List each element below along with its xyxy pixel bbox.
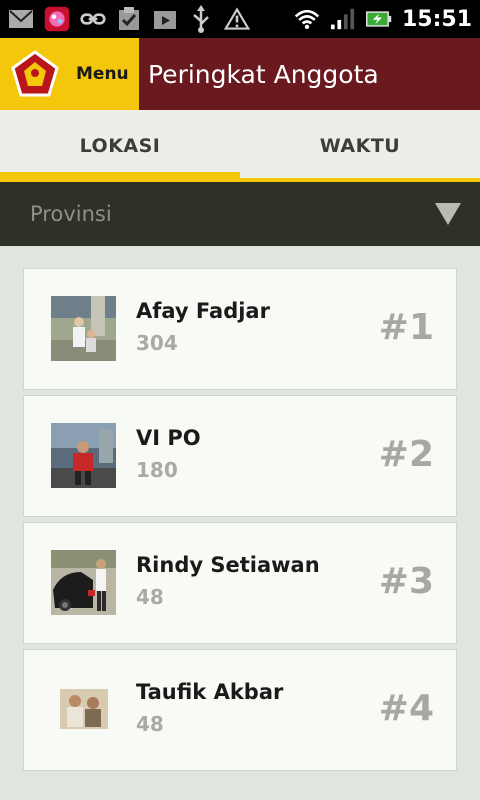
page-title: Peringkat Anggota (148, 59, 379, 89)
province-dropdown[interactable]: Provinsi (0, 182, 480, 246)
menu-label: Menu (76, 64, 129, 84)
member-score: 180 (136, 458, 178, 482)
list-item[interactable]: Rindy Setiawan 48 #3 (23, 522, 457, 644)
list-item[interactable]: VI PO 180 #2 (23, 395, 457, 517)
signal-icon (330, 6, 356, 32)
clock: 15:51 (401, 6, 472, 32)
tab-waktu[interactable]: WAKTU (240, 110, 480, 182)
menu-button[interactable]: Menu (0, 38, 139, 110)
member-score: 48 (136, 585, 164, 609)
garuda-logo-icon (10, 49, 60, 99)
member-score: 304 (136, 331, 178, 355)
member-photo-avatar (51, 677, 116, 742)
member-rank: #1 (378, 307, 434, 348)
list-item[interactable]: Afay Fadjar 304 #1 (23, 268, 457, 390)
province-placeholder: Provinsi (30, 202, 112, 226)
member-name: Afay Fadjar (136, 299, 270, 323)
member-photo-avatar (51, 550, 116, 615)
warning-icon (224, 6, 250, 32)
member-name: VI PO (136, 426, 201, 450)
wifi-icon (294, 6, 320, 32)
member-score: 48 (136, 712, 164, 736)
play-store-icon (152, 6, 178, 32)
member-ranking-list: Afay Fadjar 304 #1 VI PO 180 #2 Rindy Se… (23, 268, 457, 776)
list-item[interactable]: Taufik Akbar 48 #4 (23, 649, 457, 771)
status-bar: 15:51 (0, 0, 480, 38)
clipboard-check-icon (116, 6, 142, 32)
member-rank: #4 (378, 688, 434, 729)
dropdown-arrow-icon (434, 202, 462, 226)
link-icon (80, 6, 106, 32)
app-bar: Menu Peringkat Anggota (0, 38, 480, 110)
candy-crush-icon (44, 6, 70, 32)
usb-icon (188, 5, 214, 33)
member-photo-avatar (51, 423, 116, 488)
member-rank: #3 (378, 561, 434, 602)
member-photo-avatar (51, 296, 116, 361)
battery-charging-icon (365, 6, 392, 32)
member-rank: #2 (378, 434, 434, 475)
member-name: Rindy Setiawan (136, 553, 320, 577)
gmail-icon (8, 6, 34, 32)
member-name: Taufik Akbar (136, 680, 284, 704)
